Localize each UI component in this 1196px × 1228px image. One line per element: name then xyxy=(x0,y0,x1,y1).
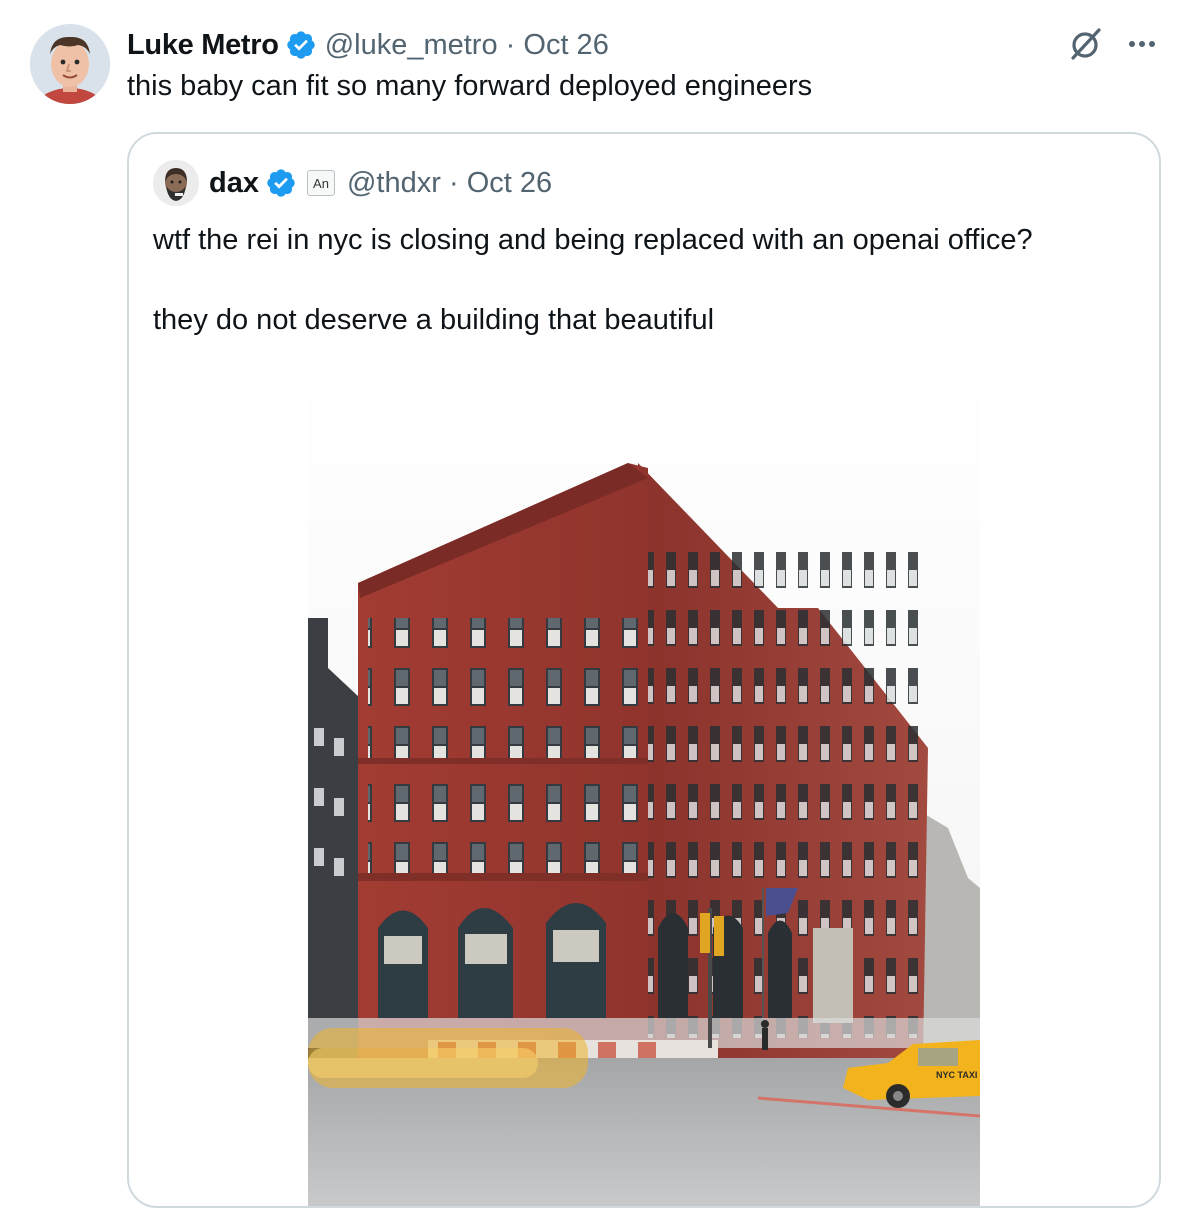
tweet: Luke Metro @luke_metro · Oct 26 this bab… xyxy=(0,0,1196,1228)
quoted-tweet-header: dax An @thdxr · Oct 26 xyxy=(153,160,552,206)
quoted-author-name[interactable]: dax xyxy=(209,167,259,200)
quoted-text-line-1: wtf the rei in nyc is closing and being … xyxy=(153,224,1033,256)
grok-icon[interactable] xyxy=(1066,24,1106,64)
tweet-date[interactable]: Oct 26 xyxy=(523,29,608,62)
quoted-tweet-media[interactable]: NYC TAXI xyxy=(308,368,980,1206)
quoted-verified-badge-icon[interactable] xyxy=(265,167,297,199)
quoted-avatar-image xyxy=(153,160,199,206)
taxi-sign: NYC TAXI xyxy=(936,1070,977,1080)
author-avatar[interactable] xyxy=(30,24,110,104)
quoted-tweet[interactable]: dax An @thdxr · Oct 26 wtf the rei in ny… xyxy=(127,132,1161,1208)
avatar-image xyxy=(30,24,110,104)
quoted-tweet-text: wtf the rei in nyc is closing and being … xyxy=(153,220,1033,340)
author-name[interactable]: Luke Metro xyxy=(127,29,279,62)
quoted-separator-dot: · xyxy=(448,166,459,199)
separator-dot: · xyxy=(505,28,516,61)
quoted-author-handle[interactable]: @thdxr xyxy=(347,167,441,200)
quoted-tweet-date[interactable]: Oct 26 xyxy=(467,167,552,200)
affiliate-badge[interactable]: An xyxy=(306,170,335,196)
author-handle[interactable]: @luke_metro xyxy=(325,29,498,62)
tweet-actions xyxy=(1066,24,1160,64)
tweet-text: this baby can fit so many forward deploy… xyxy=(127,70,813,102)
tweet-header: Luke Metro @luke_metro · Oct 26 xyxy=(127,26,609,64)
quoted-text-line-2: they do not deserve a building that beau… xyxy=(153,304,715,336)
verified-badge-icon[interactable] xyxy=(285,29,317,61)
building-photo: NYC TAXI xyxy=(308,368,980,1206)
more-options-icon[interactable] xyxy=(1124,26,1160,62)
quoted-author-avatar[interactable] xyxy=(153,160,199,206)
